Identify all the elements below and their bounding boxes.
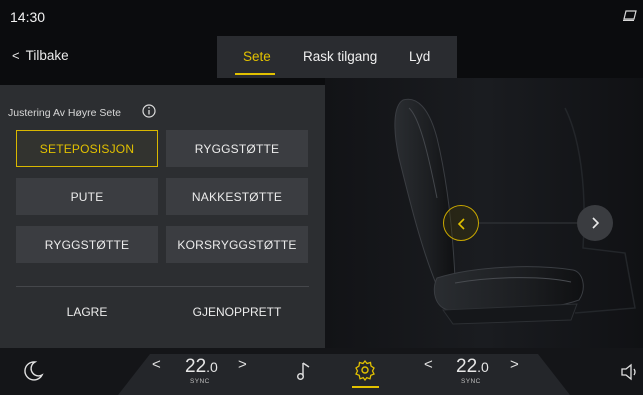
active-settings-indicator	[352, 386, 379, 388]
chevron-left-icon: <	[12, 48, 20, 63]
nav-bar: < Tilbake Sete Rask tilgang Lyd	[0, 36, 643, 78]
climate-bar-background	[0, 348, 643, 395]
cushion-button[interactable]: PUTE	[16, 178, 158, 215]
active-tab-indicator	[235, 73, 275, 75]
status-bar: 14:30	[0, 0, 643, 34]
tab-seat[interactable]: Sete	[243, 49, 271, 64]
seat-adjust-panel: Justering Av Høyre Sete SETEPOSISJON RYG…	[0, 85, 325, 348]
back-button[interactable]: < Tilbake	[12, 48, 69, 63]
next-button[interactable]	[577, 205, 613, 241]
climate-bar: < 22.0 SYNC > < 22.0 SYNC >	[0, 348, 643, 395]
music-icon[interactable]	[296, 360, 314, 382]
left-temp-value: 22.0	[185, 356, 218, 377]
save-button[interactable]: LAGRE	[16, 293, 158, 330]
backrest-button[interactable]: RYGGSTØTTE	[166, 130, 308, 167]
chevron-left-icon	[457, 218, 465, 230]
tab-quick-access[interactable]: Rask tilgang	[303, 49, 377, 64]
gear-icon[interactable]	[354, 359, 376, 381]
clock: 14:30	[10, 9, 46, 25]
right-sync-label: SYNC	[461, 378, 481, 385]
device-icon	[623, 10, 637, 21]
tab-sound[interactable]: Lyd	[409, 49, 430, 64]
speaker-icon[interactable]	[620, 363, 640, 381]
left-temp-down-button[interactable]: <	[152, 356, 161, 373]
seat-position-button[interactable]: SETEPOSISJON	[16, 130, 158, 167]
lumbar-support-button[interactable]: KORSRYGGSTØTTE	[166, 226, 308, 263]
left-temp-up-button[interactable]: >	[238, 356, 247, 373]
info-icon[interactable]	[142, 104, 156, 118]
tab-bar: Sete Rask tilgang Lyd	[217, 36, 457, 78]
moon-icon[interactable]	[22, 360, 44, 382]
headrest-button[interactable]: NAKKESTØTTE	[166, 178, 308, 215]
seat-preview	[325, 78, 643, 348]
divider	[16, 286, 309, 287]
panel-title: Justering Av Høyre Sete	[8, 107, 122, 119]
right-temp-up-button[interactable]: >	[510, 356, 519, 373]
previous-button[interactable]	[443, 205, 479, 241]
right-temp-value: 22.0	[456, 356, 489, 377]
back-label: Tilbake	[25, 48, 69, 63]
right-temp-down-button[interactable]: <	[424, 356, 433, 373]
chevron-right-icon	[592, 217, 600, 229]
left-sync-label: SYNC	[190, 378, 210, 385]
backrest-button-2[interactable]: RYGGSTØTTE	[16, 226, 158, 263]
restore-button[interactable]: GJENOPPRETT	[166, 293, 308, 330]
